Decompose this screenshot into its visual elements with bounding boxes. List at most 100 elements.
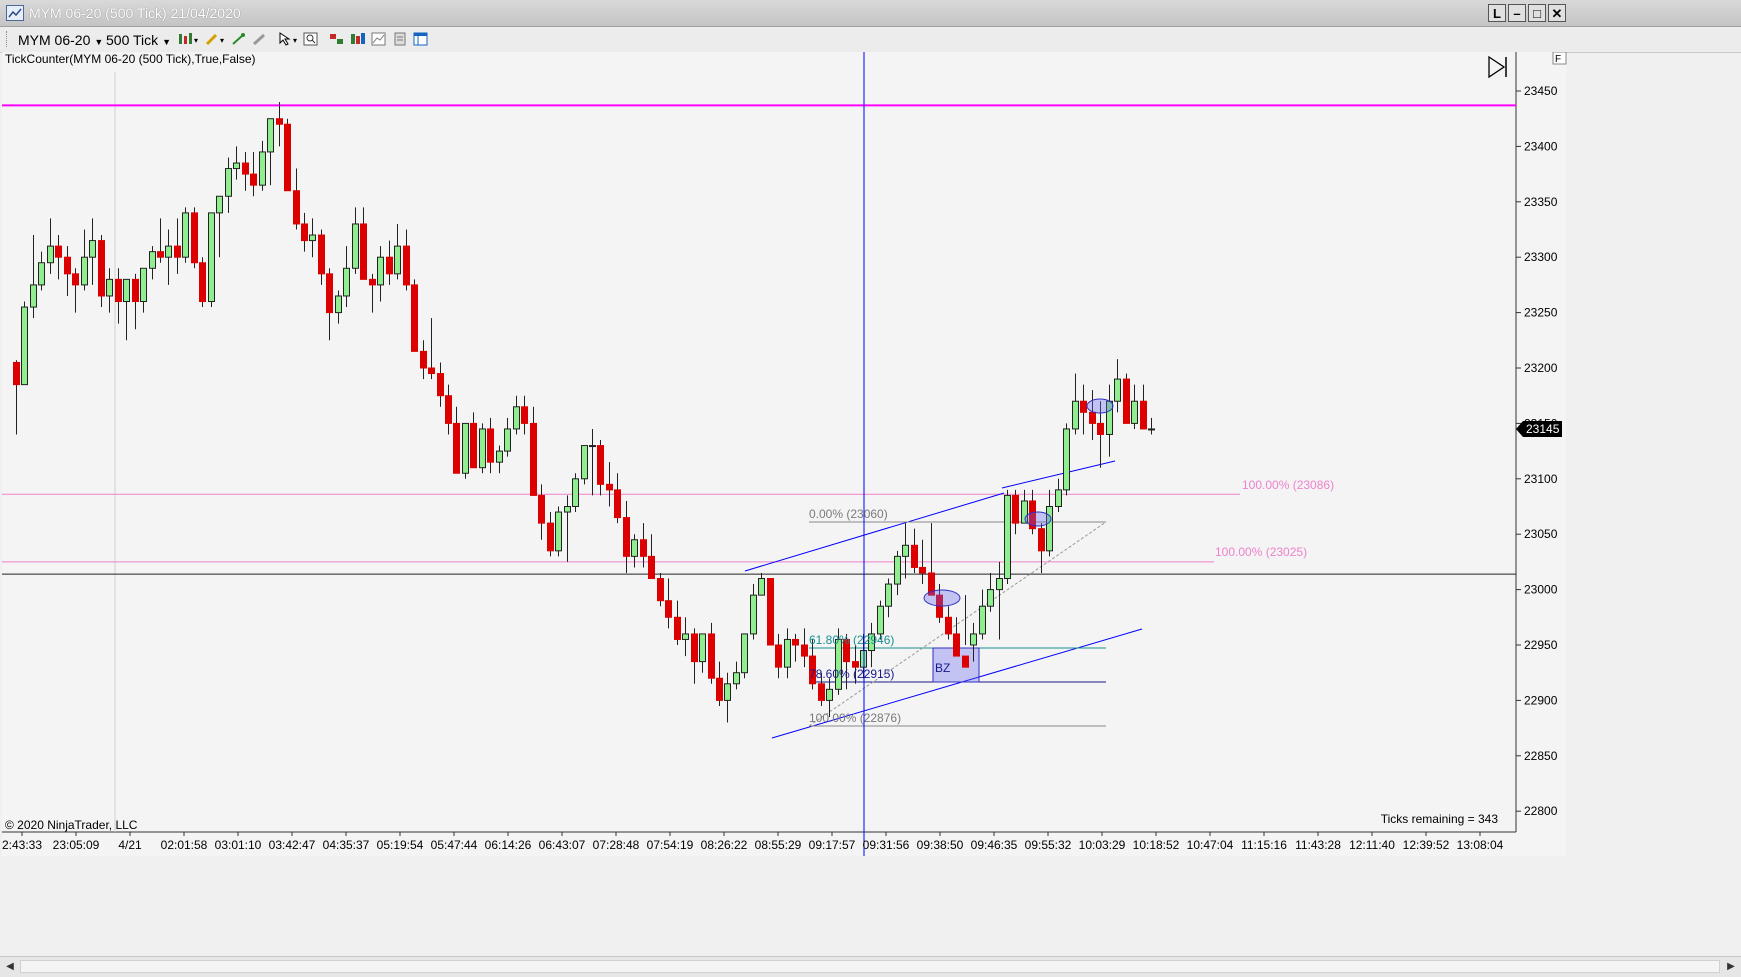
candle [767, 578, 774, 646]
candle-body-bear [55, 245, 62, 258]
data-box-icon[interactable] [329, 32, 345, 46]
candle-body-bull [1148, 428, 1155, 431]
candle-body-bull [352, 223, 359, 269]
candle-body-bull [208, 212, 215, 303]
scroll-left-icon[interactable]: ◀ [3, 960, 17, 974]
candle-body-bear [445, 395, 452, 424]
time-axis-label: 10:47:04 [1187, 838, 1234, 852]
time-axis-label: 10:18:52 [1133, 838, 1180, 852]
minimize-button[interactable]: – [1508, 4, 1526, 22]
time-axis-label: 03:01:10 [215, 838, 262, 852]
candle-body-bear [1097, 422, 1104, 435]
time-axis-label: 23:05:09 [53, 838, 100, 852]
candle-body-bear [132, 278, 139, 303]
candle-body-bear [691, 633, 698, 663]
candle-body-bear [1038, 528, 1045, 552]
title-bar[interactable]: MYM 06-20 (500 Tick) 21/04/2020 L – □ ✕ [0, 0, 1741, 27]
candle-body-bear [301, 223, 308, 242]
candle [572, 473, 579, 513]
candle-body-bear [284, 123, 291, 192]
scroll-right-icon[interactable]: ▶ [1724, 960, 1738, 974]
extension-label-lower: 100.00% (23025) [1215, 545, 1307, 559]
zoom-icon[interactable] [303, 32, 319, 46]
bar-style-icon[interactable]: ▾ [178, 32, 200, 46]
candle-body-bull [885, 583, 892, 607]
time-axis-label: 03:42:47 [269, 838, 316, 852]
close-button[interactable]: ✕ [1548, 4, 1566, 22]
price-axis-label: 23350 [1524, 195, 1558, 209]
fib-label-0: 0.00% (23060) [809, 507, 888, 521]
candle-body-bull [750, 594, 757, 635]
strategy-icon[interactable] [371, 32, 387, 46]
candle-body-bear [767, 578, 774, 646]
candle-body-bull [699, 633, 706, 663]
marker-icon[interactable] [231, 32, 247, 46]
candle [555, 506, 562, 557]
candle-body-bear [530, 422, 537, 496]
candle-body-bull [496, 450, 503, 463]
candle-body-bear [547, 522, 554, 552]
candle-body-bull [343, 267, 350, 297]
eraser-icon[interactable] [252, 32, 268, 46]
chart-trader-icon[interactable] [392, 32, 408, 46]
interval-selector[interactable]: 500 Tick ▼ [106, 32, 171, 48]
price-axis-label: 23000 [1524, 583, 1558, 597]
candle-body-bear [386, 256, 393, 275]
price-axis-label: 22900 [1524, 693, 1558, 707]
scale-corner-label: F [1555, 54, 1561, 65]
time-axis-label: 09:38:50 [917, 838, 964, 852]
maximize-button[interactable]: □ [1528, 4, 1546, 22]
candle [741, 633, 748, 679]
toolbar-grip[interactable] [6, 31, 10, 47]
candle [479, 423, 486, 474]
candle-body-bull [724, 683, 731, 701]
horizontal-scrollbar[interactable]: ◀ ▶ [0, 956, 1741, 977]
instrument-selector[interactable]: MYM 06-20 ▼ [18, 32, 103, 48]
candle [182, 207, 189, 263]
candle-body-bull [216, 195, 223, 214]
candle-body-bull [106, 278, 113, 297]
time-axis-label: 02:01:58 [161, 838, 208, 852]
candle-body-bull [1131, 400, 1138, 424]
time-axis-label: 05:47:44 [431, 838, 478, 852]
candle-body-bear [538, 494, 545, 524]
pencil-draw-icon[interactable]: ▾ [205, 32, 227, 46]
pattern-marker-ellipse [923, 589, 961, 607]
candle-body-bull [479, 428, 486, 469]
candle-body-bear [174, 245, 181, 258]
candle-body-bear [437, 373, 444, 397]
candle-body-bull [462, 422, 469, 474]
templates-icon[interactable] [413, 32, 429, 46]
candle-body-bear [1123, 378, 1130, 424]
price-chart[interactable]: 2345023400233502330023250232002315023100… [2, 52, 1741, 955]
time-axis-label: 11:15:16 [1241, 838, 1287, 852]
time-axis-label: 05:19:54 [377, 838, 424, 852]
restore-layout-button[interactable]: L [1488, 4, 1506, 22]
candle-body-bull [140, 267, 147, 303]
window-title: MYM 06-20 (500 Tick) 21/04/2020 [29, 5, 241, 21]
price-axis-label: 23400 [1524, 139, 1558, 153]
pointer-icon[interactable]: ▾ [278, 32, 300, 46]
price-axis-area[interactable] [1516, 52, 1566, 832]
candle-body-bull [225, 168, 232, 197]
price-axis-label: 23200 [1524, 361, 1558, 375]
candle-body-bull [589, 445, 596, 448]
candle-body-bull [1046, 506, 1053, 552]
candle-body-bear [157, 251, 164, 258]
candle [411, 279, 418, 352]
chevron-down-icon: ▼ [94, 37, 104, 47]
candle-body-bull [377, 256, 384, 286]
candle-body-bull [1063, 428, 1070, 491]
time-axis-label: 07:54:19 [647, 838, 694, 852]
candle-body-bear [919, 566, 926, 574]
candle-body-bear [1080, 400, 1087, 413]
scroll-track[interactable] [20, 960, 1720, 973]
candle-body-bear [648, 555, 655, 580]
properties-icon[interactable] [350, 32, 366, 46]
time-axis-label: 07:28:48 [593, 838, 640, 852]
time-axis-label: 06:14:26 [485, 838, 532, 852]
candle-body-bull [741, 633, 748, 674]
candle-body-bull [784, 638, 791, 668]
time-axis-label: 10:03:29 [1079, 838, 1126, 852]
candle-body-bull [1055, 489, 1062, 508]
